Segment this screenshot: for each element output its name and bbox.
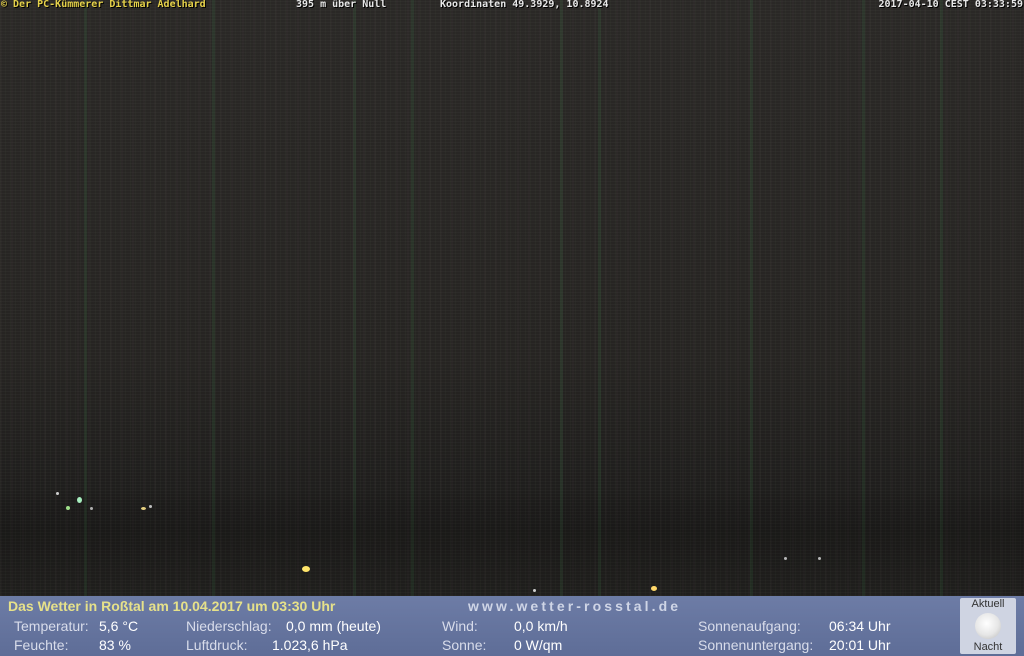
- temperature-label: Temperatur:: [14, 618, 89, 634]
- weather-title: Das Wetter in Roßtal am 10.04.2017 um 03…: [8, 598, 336, 614]
- sunset-label: Sonnenuntergang:: [698, 637, 814, 653]
- humidity-label: Feuchte:: [14, 637, 69, 653]
- street-light: [651, 586, 657, 591]
- city-light: [77, 497, 82, 503]
- copyright-text: © Der PC-Kümmerer Dittmar Adelhard: [1, 0, 206, 10]
- city-light: [141, 507, 146, 510]
- website-url: www.wetter-rosstal.de: [468, 598, 682, 614]
- horizon-shadow: [0, 488, 1024, 596]
- moon-status-label: Aktuell: [971, 598, 1005, 610]
- pressure-label: Luftdruck:: [186, 637, 248, 653]
- pressure-value: 1.023,6 hPa: [272, 637, 348, 653]
- city-light: [149, 505, 152, 508]
- sun-label: Sonne:: [442, 637, 487, 653]
- city-light: [66, 506, 70, 510]
- overlay-bar: © Der PC-Kümmerer Dittmar Adelhard 395 m…: [0, 0, 1024, 12]
- moon-period-label: Nacht: [973, 641, 1003, 653]
- full-moon-icon: [975, 613, 1001, 639]
- city-light: [818, 557, 821, 560]
- moon-phase-box: Aktuell Nacht: [960, 598, 1016, 654]
- city-light: [90, 507, 93, 510]
- wind-value: 0,0 km/h: [514, 618, 568, 634]
- timestamp-text: 2017-04-10 CEST 03:33:59: [878, 0, 1024, 10]
- weather-panel: Das Wetter in Roßtal am 10.04.2017 um 03…: [0, 596, 1024, 656]
- street-light: [302, 566, 310, 572]
- city-light: [784, 557, 787, 560]
- city-light: [533, 589, 536, 592]
- altitude-text: 395 m über Null: [296, 0, 387, 10]
- humidity-value: 83 %: [99, 637, 131, 653]
- temperature-value: 5,6 °C: [99, 618, 139, 634]
- sunrise-label: Sonnenaufgang:: [698, 618, 801, 634]
- sunset-value: 20:01 Uhr: [829, 637, 891, 653]
- precipitation-value: 0,0 mm (heute): [286, 618, 381, 634]
- webcam-image: © Der PC-Kümmerer Dittmar Adelhard 395 m…: [0, 0, 1024, 596]
- sunrise-value: 06:34 Uhr: [829, 618, 891, 634]
- city-light: [56, 492, 59, 495]
- sun-value: 0 W/qm: [514, 637, 563, 653]
- coordinates-text: Koordinaten 49.3929, 10.8924: [440, 0, 609, 10]
- precipitation-label: Niederschlag:: [186, 618, 272, 634]
- wind-label: Wind:: [442, 618, 478, 634]
